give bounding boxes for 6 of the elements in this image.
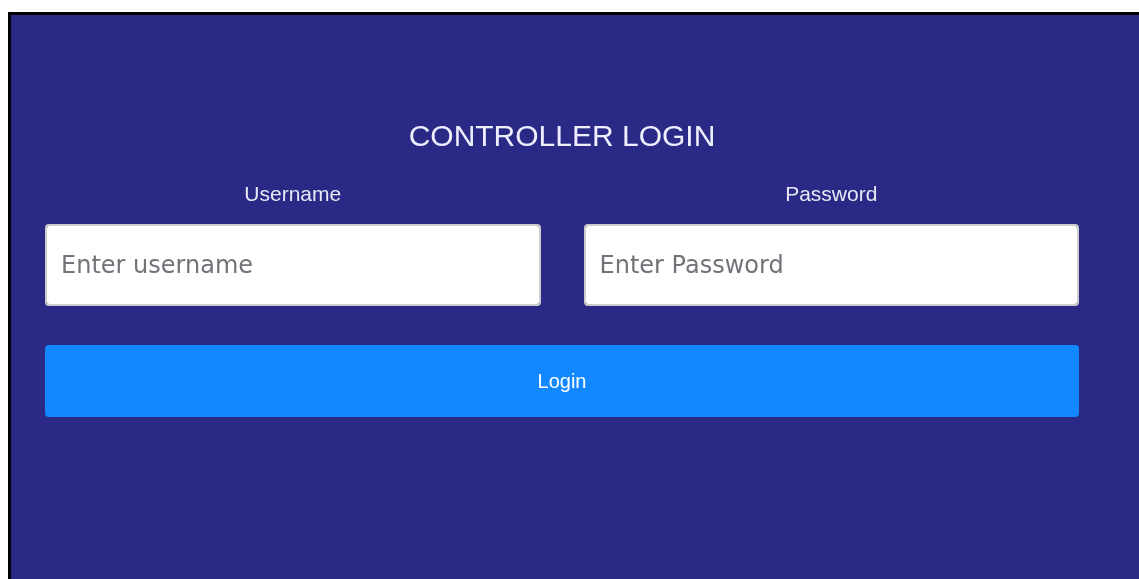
login-button[interactable]: Login xyxy=(45,344,1079,417)
input-field[interactable]: Enter Password xyxy=(583,223,1079,306)
field-label: Password xyxy=(784,181,879,207)
field-label: Username xyxy=(243,181,343,207)
input-field[interactable]: Enter username xyxy=(45,223,541,306)
login-title: CONTROLLER LOGIN xyxy=(407,118,717,154)
